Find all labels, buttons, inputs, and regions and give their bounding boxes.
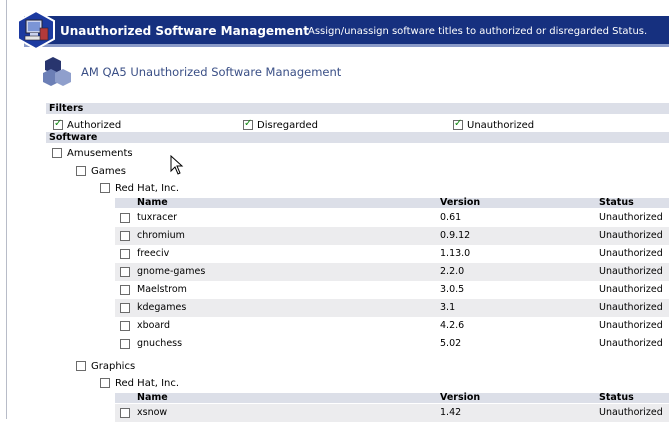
row-checkbox[interactable]: [120, 339, 130, 349]
row-version: 5.02: [440, 338, 462, 349]
row-name: Maelstrom: [137, 284, 187, 295]
tree-label: Amusements: [67, 148, 133, 159]
mouse-pointer-icon: [170, 155, 184, 175]
row-checkbox[interactable]: [120, 213, 130, 223]
row-version: 1.42: [440, 407, 462, 418]
table-row[interactable]: gnome-games 2.2.0 Unauthorized: [115, 263, 669, 281]
row-version: 3.0.5: [440, 284, 465, 295]
table-row[interactable]: Maelstrom 3.0.5 Unauthorized: [115, 281, 669, 299]
table-row[interactable]: gnuchess 5.02 Unauthorized: [115, 335, 669, 353]
col-status: Status: [599, 197, 634, 208]
row-checkbox[interactable]: [120, 267, 130, 277]
row-status: Unauthorized: [599, 230, 663, 241]
row-status: Unauthorized: [599, 248, 663, 259]
row-version: 0.61: [440, 212, 462, 223]
row-status: Unauthorized: [599, 302, 663, 313]
table-row[interactable]: xsnow 1.42 Unauthorized: [115, 404, 669, 422]
filter-unauthorized[interactable]: Unauthorized: [453, 118, 535, 131]
row-version: 4.2.6: [440, 320, 465, 331]
amusements-checkbox[interactable]: [52, 148, 62, 158]
col-version: Version: [440, 392, 481, 403]
row-status: Unauthorized: [599, 266, 663, 277]
row-checkbox[interactable]: [120, 408, 130, 418]
row-checkbox[interactable]: [120, 231, 130, 241]
row-status: Unauthorized: [599, 284, 663, 295]
table-row[interactable]: freeciv 1.13.0 Unauthorized: [115, 245, 669, 263]
app-title: Unauthorized Software Management: [60, 24, 309, 38]
row-status: Unauthorized: [599, 212, 663, 223]
row-checkbox[interactable]: [120, 321, 130, 331]
disregarded-checkbox[interactable]: [243, 118, 253, 130]
games-table-header: Name Version Status: [115, 198, 669, 208]
col-version: Version: [440, 197, 481, 208]
unauthorized-checkbox[interactable]: [453, 118, 463, 130]
vendor-checkbox[interactable]: [100, 378, 110, 388]
table-row[interactable]: xboard 4.2.6 Unauthorized: [115, 317, 669, 335]
filter-disregarded[interactable]: Disregarded: [243, 118, 318, 131]
table-row[interactable]: kdegames 3.1 Unauthorized: [115, 299, 669, 317]
filters-heading: Filters: [46, 103, 669, 114]
row-version: 1.13.0: [440, 248, 471, 259]
row-name: gnome-games: [137, 266, 206, 277]
table-row[interactable]: chromium 0.9.12 Unauthorized: [115, 227, 669, 245]
filter-authorized[interactable]: Authorized: [53, 118, 122, 131]
row-name: kdegames: [137, 302, 187, 313]
filter-label: Disregarded: [257, 120, 318, 131]
cubes-logo-icon: [43, 57, 71, 86]
row-status: Unauthorized: [599, 407, 663, 418]
row-checkbox[interactable]: [120, 285, 130, 295]
tree-amusements[interactable]: Amusements: [52, 148, 133, 159]
tree-vendor-redhat-graphics[interactable]: Red Hat, Inc.: [100, 378, 179, 389]
table-row[interactable]: tuxracer 0.61 Unauthorized: [115, 209, 669, 227]
tree-label: Graphics: [91, 361, 136, 372]
vendor-checkbox[interactable]: [100, 183, 110, 193]
row-name: gnuchess: [137, 338, 183, 349]
software-heading: Software: [46, 132, 669, 143]
tree-games[interactable]: Games: [76, 166, 126, 177]
page-title: AM QA5 Unauthorized Software Management: [81, 65, 342, 79]
computer-monitor-icon: [17, 10, 55, 50]
page-header: AM QA5 Unauthorized Software Management: [43, 55, 643, 95]
header-underline: [24, 44, 669, 47]
filter-label: Unauthorized: [467, 120, 535, 131]
tree-vendor-redhat-games[interactable]: Red Hat, Inc.: [100, 183, 179, 194]
authorized-checkbox[interactable]: [53, 118, 63, 130]
row-checkbox[interactable]: [120, 249, 130, 259]
row-status: Unauthorized: [599, 338, 663, 349]
row-status: Unauthorized: [599, 320, 663, 331]
row-version: 0.9.12: [440, 230, 471, 241]
app-subtitle: Assign/unassign software titles to autho…: [308, 26, 648, 37]
graphics-checkbox[interactable]: [76, 361, 86, 371]
col-status: Status: [599, 392, 634, 403]
tree-label: Games: [91, 166, 126, 177]
graphics-table-header: Name Version Status: [115, 393, 669, 403]
row-version: 3.1: [440, 302, 456, 313]
tree-graphics[interactable]: Graphics: [76, 361, 135, 372]
tree-label: Red Hat, Inc.: [115, 378, 180, 389]
row-name: freeciv: [137, 248, 170, 259]
row-version: 2.2.0: [440, 266, 465, 277]
row-name: xboard: [137, 320, 171, 331]
games-checkbox[interactable]: [76, 166, 86, 176]
row-name: chromium: [137, 230, 185, 241]
row-name: tuxracer: [137, 212, 178, 223]
col-name: Name: [137, 197, 168, 208]
col-name: Name: [137, 392, 168, 403]
filter-label: Authorized: [67, 120, 122, 131]
row-checkbox[interactable]: [120, 303, 130, 313]
tree-label: Red Hat, Inc.: [115, 183, 180, 194]
row-name: xsnow: [137, 407, 168, 418]
